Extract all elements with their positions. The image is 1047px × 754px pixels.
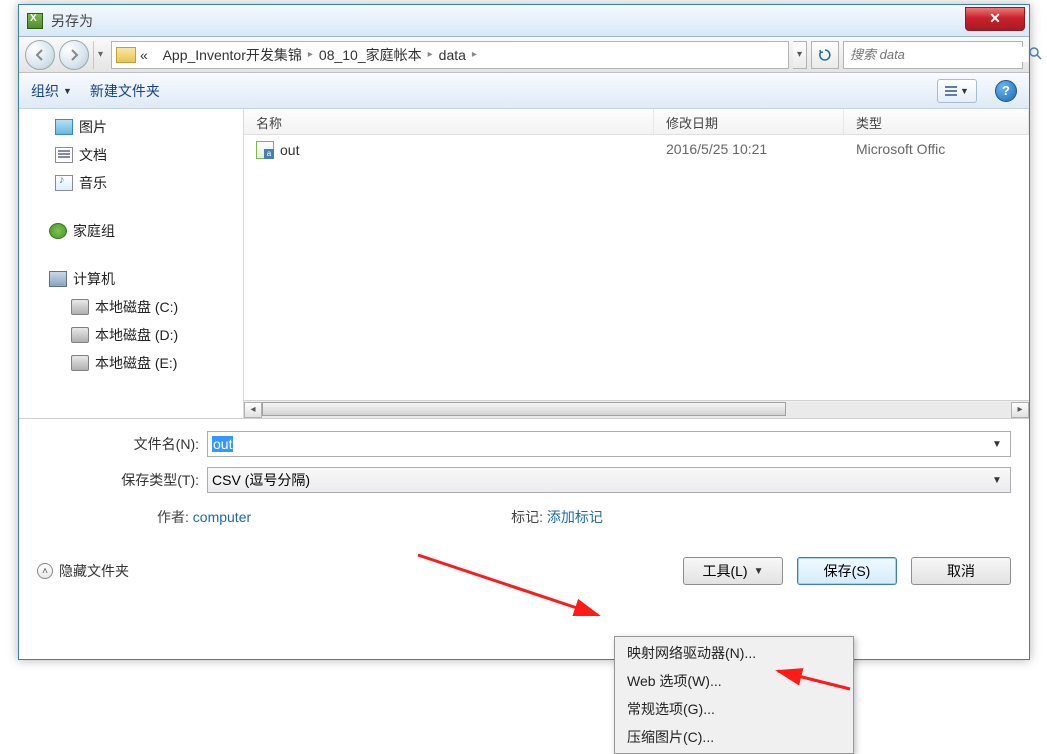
breadcrumb-item[interactable]: data	[439, 47, 466, 63]
documents-icon	[55, 147, 73, 163]
cancel-button[interactable]: 取消	[911, 557, 1011, 585]
pictures-icon	[55, 119, 73, 135]
main-area: 图片 文档 音乐 家庭组 计算机 本地磁盘 (C:) 本地磁盘 (D:) 本地磁…	[19, 109, 1029, 419]
save-type-dropdown[interactable]: CSV (逗号分隔) ▼	[207, 467, 1011, 493]
button-bar: ˄ 隐藏文件夹 工具(L)▼ 保存(S) 取消	[19, 535, 1029, 599]
sidebar[interactable]: 图片 文档 音乐 家庭组 计算机 本地磁盘 (C:) 本地磁盘 (D:) 本地磁…	[19, 109, 244, 418]
sidebar-item-drive-d[interactable]: 本地磁盘 (D:)	[19, 321, 243, 349]
sidebar-item-documents[interactable]: 文档	[19, 141, 243, 169]
nav-history-dropdown[interactable]: ▾	[93, 41, 107, 69]
sidebar-item-drive-c[interactable]: 本地磁盘 (C:)	[19, 293, 243, 321]
chevron-right-icon: ▸	[472, 49, 477, 60]
menu-item-compress-pictures[interactable]: 压缩图片(C)...	[617, 723, 851, 751]
horizontal-scrollbar[interactable]: ◂ ▸	[244, 400, 1029, 418]
forward-button[interactable]	[59, 40, 89, 70]
homegroup-icon	[49, 223, 67, 239]
search-input[interactable]	[850, 47, 1028, 62]
search-box[interactable]	[843, 41, 1023, 69]
navbar: ▾ « App_Inventor开发集锦 ▸ 08_10_家庭帐本 ▸ data…	[19, 37, 1029, 73]
chevron-up-icon: ˄	[37, 563, 53, 579]
chevron-down-icon[interactable]: ▼	[988, 475, 1006, 486]
sidebar-item-music[interactable]: 音乐	[19, 169, 243, 197]
author-value[interactable]: computer	[193, 509, 251, 525]
music-icon	[55, 175, 73, 191]
menu-item-web-options[interactable]: Web 选项(W)...	[617, 667, 851, 695]
titlebar: 另存为 ✕	[19, 5, 1029, 37]
help-button[interactable]: ?	[995, 80, 1017, 102]
tools-dropdown-menu: 映射网络驱动器(N)... Web 选项(W)... 常规选项(G)... 压缩…	[614, 636, 854, 754]
column-type[interactable]: 类型	[844, 109, 1029, 134]
form-area: 文件名(N): out ▼ 保存类型(T): CSV (逗号分隔) ▼ 作者: …	[19, 419, 1029, 535]
breadcrumb-item[interactable]: 08_10_家庭帐本	[319, 45, 422, 65]
drive-icon	[71, 355, 89, 371]
chevron-down-icon[interactable]: ▼	[988, 439, 1006, 450]
menu-item-general-options[interactable]: 常规选项(G)...	[617, 695, 851, 723]
filename-input[interactable]: out ▼	[207, 431, 1011, 457]
scrollbar-thumb[interactable]	[262, 402, 786, 416]
computer-icon	[49, 271, 67, 287]
author-label: 作者:	[157, 509, 189, 525]
tags-label: 标记:	[511, 509, 543, 525]
chevron-right-icon: ▸	[428, 49, 433, 60]
scroll-left-button[interactable]: ◂	[244, 402, 262, 418]
file-area: 名称 修改日期 类型 out 2016/5/25 10:21 Microsoft…	[244, 109, 1029, 418]
column-date[interactable]: 修改日期	[654, 109, 844, 134]
hide-folders-button[interactable]: ˄ 隐藏文件夹	[37, 561, 129, 581]
chevron-right-icon	[154, 49, 157, 60]
menu-item-map-network-drive[interactable]: 映射网络驱动器(N)...	[617, 639, 851, 667]
drive-icon	[71, 327, 89, 343]
search-icon	[1028, 46, 1042, 63]
breadcrumb-item[interactable]: App_Inventor开发集锦	[163, 45, 302, 65]
save-as-dialog: 另存为 ✕ ▾ « App_Inventor开发集锦 ▸ 08_10_家庭帐本 …	[18, 4, 1030, 660]
sidebar-item-computer[interactable]: 计算机	[19, 265, 243, 293]
save-button[interactable]: 保存(S)	[797, 557, 897, 585]
sidebar-item-homegroup[interactable]: 家庭组	[19, 217, 243, 245]
back-button[interactable]	[25, 40, 55, 70]
breadcrumb[interactable]: « App_Inventor开发集锦 ▸ 08_10_家庭帐本 ▸ data ▸	[111, 41, 789, 69]
tags-value[interactable]: 添加标记	[547, 509, 603, 525]
scroll-right-button[interactable]: ▸	[1011, 402, 1029, 418]
drive-icon	[71, 299, 89, 315]
save-type-label: 保存类型(T):	[37, 470, 207, 490]
chevron-right-icon: ▸	[308, 49, 313, 60]
dialog-title: 另存为	[51, 11, 965, 31]
sidebar-item-pictures[interactable]: 图片	[19, 113, 243, 141]
refresh-button[interactable]	[811, 41, 839, 69]
close-button[interactable]: ✕	[965, 7, 1025, 31]
filename-label: 文件名(N):	[37, 434, 207, 454]
tools-button[interactable]: 工具(L)▼	[683, 557, 783, 585]
sidebar-item-drive-e[interactable]: 本地磁盘 (E:)	[19, 349, 243, 377]
file-list[interactable]: out 2016/5/25 10:21 Microsoft Offic	[244, 135, 1029, 400]
column-name[interactable]: 名称	[244, 109, 654, 134]
organize-button[interactable]: 组织▼	[31, 81, 72, 101]
folder-icon	[116, 47, 136, 63]
breadcrumb-dropdown[interactable]: ▾	[793, 41, 807, 69]
file-list-header: 名称 修改日期 类型	[244, 109, 1029, 135]
file-row[interactable]: out 2016/5/25 10:21 Microsoft Offic	[244, 135, 1029, 165]
excel-icon	[27, 13, 43, 29]
toolbar: 组织▼ 新建文件夹 ▼ ?	[19, 73, 1029, 109]
breadcrumb-prefix: «	[140, 47, 148, 63]
csv-file-icon	[256, 141, 274, 159]
new-folder-button[interactable]: 新建文件夹	[90, 81, 160, 101]
view-mode-button[interactable]: ▼	[937, 79, 977, 103]
